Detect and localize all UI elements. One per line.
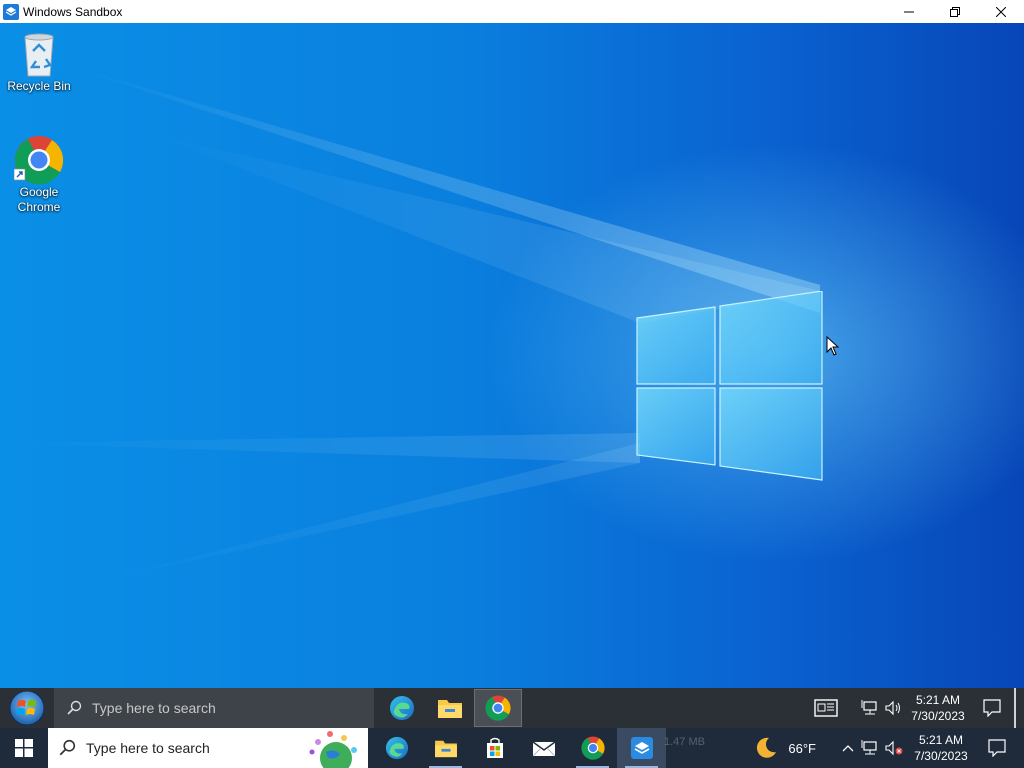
search-icon: [59, 739, 76, 756]
host-taskbar: Type here to search 1.47 MB 66°F 5:21 AM…: [0, 728, 1024, 768]
host-notifications-button[interactable]: [976, 728, 1018, 768]
host-taskbar-microsoft-store[interactable]: [470, 728, 519, 768]
sandbox-taskbar-chrome[interactable]: [474, 689, 522, 727]
sandbox-taskbar-file-explorer[interactable]: [426, 688, 474, 728]
sandbox-network-button[interactable]: [858, 688, 882, 728]
sandbox-show-desktop-button[interactable]: [1014, 688, 1024, 728]
close-button[interactable]: [978, 0, 1024, 23]
sandbox-desktop[interactable]: Recycle Bin Google Chrome: [0, 23, 1024, 688]
sandbox-news-button[interactable]: [806, 688, 846, 728]
sandbox-start-button[interactable]: [0, 688, 54, 728]
host-show-desktop-button[interactable]: [1018, 728, 1024, 768]
file-explorer-icon: [438, 700, 462, 718]
edge-icon: [385, 736, 408, 760]
sandbox-clock-time: 5:21 AM: [915, 693, 961, 707]
google-chrome-desktop-icon[interactable]: Google Chrome: [1, 135, 77, 215]
host-search-placeholder: Type here to search: [86, 740, 210, 756]
host-show-hidden-icons-button[interactable]: [838, 728, 858, 768]
host-taskbar-chrome[interactable]: [568, 728, 617, 768]
windows-start-icon: [15, 739, 33, 757]
host-network-button[interactable]: [858, 728, 882, 768]
mouse-cursor-icon: [826, 336, 840, 356]
microsoft-store-icon: [486, 737, 503, 758]
network-icon: [861, 700, 877, 715]
host-taskbar-file-explorer[interactable]: [421, 728, 470, 768]
sandbox-taskbar: Type here to search 5:21 AM 7/30/2023: [0, 688, 1024, 728]
host-start-button[interactable]: [0, 728, 48, 768]
recycle-bin-icon: [24, 33, 54, 77]
chrome-icon: [14, 136, 64, 185]
sandbox-search-placeholder: Type here to search: [92, 700, 216, 716]
wallpaper-light-beams: [0, 63, 820, 583]
restore-button[interactable]: [932, 0, 978, 23]
mail-icon: [532, 741, 555, 757]
host-weather-temp: 66°F: [788, 740, 816, 756]
host-clock-date: 7/30/2023: [914, 749, 968, 763]
sandbox-search-box[interactable]: Type here to search: [54, 688, 374, 728]
search-highlight-globe-icon: [309, 731, 357, 768]
window-title: Windows Sandbox: [23, 4, 123, 19]
windows-sandbox-icon: [3, 3, 19, 20]
sandbox-clock[interactable]: 5:21 AM 7/30/2023: [906, 692, 970, 724]
file-explorer-icon: [434, 740, 457, 758]
host-clock-time: 5:21 AM: [918, 733, 964, 747]
minimize-button[interactable]: [886, 0, 932, 23]
host-taskbar-windows-sandbox[interactable]: [617, 728, 666, 768]
moon-icon: [757, 737, 777, 758]
host-search-box[interactable]: Type here to search: [48, 728, 368, 768]
google-chrome-label: Google Chrome: [17, 185, 61, 214]
chrome-icon: [485, 695, 511, 721]
sandbox-title-bar: Windows Sandbox: [0, 0, 1024, 23]
chevron-up-icon: [842, 745, 854, 752]
volume-muted-icon: [885, 740, 903, 756]
recycle-bin-label: Recycle Bin: [7, 79, 71, 93]
action-center-icon: [983, 699, 1001, 717]
ghost-file-size-text: 1.47 MB: [664, 736, 705, 748]
edge-icon: [390, 696, 414, 720]
chrome-icon: [580, 736, 605, 760]
recycle-bin-desktop-icon[interactable]: Recycle Bin: [1, 29, 77, 94]
sandbox-clock-date: 7/30/2023: [911, 709, 965, 723]
sandbox-volume-button[interactable]: [882, 688, 906, 728]
network-icon: [861, 740, 877, 755]
search-icon: [67, 700, 82, 715]
windows-sandbox-icon: [630, 737, 653, 759]
host-weather-widget[interactable]: 66°F: [754, 736, 816, 760]
sandbox-taskbar-edge[interactable]: [378, 688, 426, 728]
host-taskbar-mail[interactable]: [519, 728, 568, 768]
host-volume-muted-button[interactable]: [882, 728, 906, 768]
windows-orb-icon: [9, 690, 45, 726]
host-taskbar-edge[interactable]: [372, 728, 421, 768]
sandbox-notifications-button[interactable]: [970, 688, 1014, 728]
host-clock[interactable]: 5:21 AM 7/30/2023: [906, 732, 976, 764]
windows-wallpaper-logo: [636, 291, 823, 481]
news-icon: [814, 699, 838, 717]
action-center-icon: [988, 739, 1006, 757]
volume-icon: [885, 700, 900, 716]
